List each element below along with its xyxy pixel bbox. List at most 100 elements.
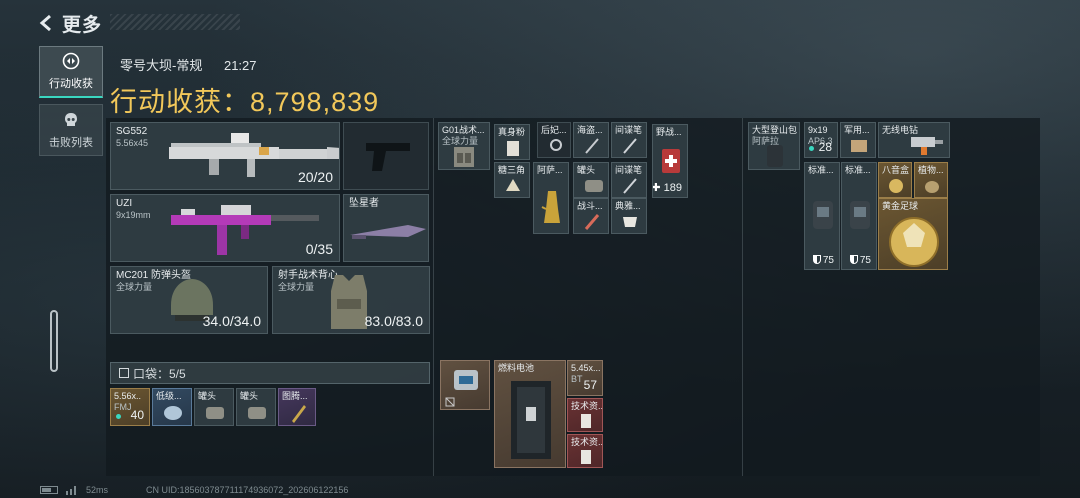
backpack-item[interactable]: 八音盒	[878, 162, 912, 198]
backpack-item[interactable]: 标准... 75	[841, 162, 877, 270]
document-icon	[581, 450, 591, 464]
harvest-label: 行动收获：	[110, 87, 250, 117]
pocket-item[interactable]: 5.56x.. FMJ 40	[110, 388, 150, 426]
backpack-item-name: 八音盒	[882, 165, 910, 175]
chest-item[interactable]: 间谍笔	[611, 122, 647, 158]
header-decoration	[110, 14, 240, 30]
backpack-item-name: 标准...	[845, 165, 871, 175]
primary-weapon-name: SG552	[116, 126, 148, 137]
backpack-item[interactable]: 技术资...	[567, 398, 603, 432]
melee-slot[interactable]: 坠星者	[343, 194, 429, 262]
melee-name: 坠星者	[349, 198, 379, 209]
backpack-item[interactable]: 9x19 AP6.3 28	[804, 122, 838, 158]
pocket-item[interactable]: 图腾...	[278, 388, 316, 426]
chest-item[interactable]: 战斗...	[573, 198, 609, 234]
chest-item-name: 战斗...	[577, 201, 603, 211]
backpack-item[interactable]: 黄金足球	[878, 198, 948, 270]
chest-item[interactable]: 典雅...	[611, 198, 647, 234]
chest-item-name: 间谍笔	[615, 125, 643, 135]
chest-item[interactable]: 野战... ✚ 189	[652, 124, 688, 198]
pistol-icon	[366, 143, 410, 171]
backpack-item-name: 5.45x...	[571, 363, 601, 373]
large-backpack-slot[interactable]: 大型登山包 阿萨拉	[748, 122, 800, 170]
signal-icon	[66, 486, 76, 495]
helmet-sub: 全球力量	[116, 282, 153, 292]
can-icon	[206, 407, 224, 419]
primary-weapon-slot[interactable]: SG552 5.56x45 20/20	[110, 122, 340, 190]
backpack-item[interactable]: 燃料电池	[494, 360, 566, 468]
pocket-item[interactable]: 低级...	[152, 388, 192, 426]
backpack-item-name: 燃料电池	[498, 363, 535, 373]
chest-item-count: ✚ 189	[652, 182, 682, 194]
pocket-item[interactable]: 罐头	[194, 388, 234, 426]
backpack-slot[interactable]	[440, 360, 490, 410]
ammo-dot-icon	[116, 414, 121, 419]
chest-item-name: 罐头	[577, 165, 596, 175]
backpack-item[interactable]: 植物...	[914, 162, 948, 198]
backpack-item[interactable]: 无线电钻	[878, 122, 950, 158]
plus-icon: ✚	[652, 182, 661, 194]
chest-rig-slot[interactable]: G01战术... 全球力量	[438, 122, 490, 170]
backpack-item-name: 植物...	[918, 165, 944, 175]
backpack-item-name: 标准...	[808, 165, 834, 175]
music-box-icon	[889, 179, 903, 193]
sidearm-slot[interactable]	[343, 122, 429, 190]
vest-icon	[331, 275, 367, 329]
chest-item[interactable]: 后妃...	[537, 122, 571, 158]
armor-slot[interactable]: 射手战术背心 全球力量 83.0/83.0	[272, 266, 430, 334]
pocket-item-sub: FMJ	[114, 402, 132, 412]
drill-icon	[911, 137, 943, 155]
chest-rig-name: G01战术...	[442, 125, 485, 135]
pocket-item[interactable]: 罐头	[236, 388, 276, 426]
rig-icon	[454, 147, 474, 167]
case-icon	[454, 370, 478, 390]
backpack-item[interactable]: 5.45x... BT 57	[567, 360, 603, 396]
armor-sub: 全球力量	[278, 282, 315, 292]
pocket-item-count: 40	[130, 408, 144, 422]
backpack-icon	[767, 145, 783, 167]
totem-icon	[292, 405, 306, 423]
chevron-left-icon	[39, 14, 51, 32]
helmet-slot[interactable]: MC201 防弹头盔 全球力量 34.0/34.0	[110, 266, 268, 334]
secondary-weapon-slot[interactable]: UZI 9x19mm 0/35	[110, 194, 340, 262]
scroll-handle[interactable]	[50, 310, 58, 372]
tab-kill-list[interactable]: 击败列表	[39, 104, 103, 156]
pen-icon	[623, 178, 637, 194]
chest-item-name: 海盗...	[577, 125, 603, 135]
secondary-weapon-name: UZI	[116, 198, 133, 209]
chest-item-name: 糖三角	[498, 165, 526, 175]
chest-item[interactable]: 海盗...	[573, 122, 609, 158]
large-backpack-name: 大型登山包	[752, 125, 798, 135]
chest-item[interactable]: 间谍笔	[611, 162, 647, 198]
secondary-weapon-ammo-count: 0/35	[305, 241, 333, 257]
backpack-item-durability: 75	[849, 255, 871, 266]
armor-plate-icon	[813, 201, 833, 229]
backpack-item-count: 57	[583, 378, 597, 392]
chest-item[interactable]: 糖三角	[494, 162, 530, 198]
fuel-cell-icon	[511, 381, 551, 459]
pocket-item-name: 5.56x..	[114, 391, 142, 401]
backpack-item[interactable]: 标准... 75	[804, 162, 840, 270]
jar-icon	[507, 141, 519, 156]
pocket-item-name: 罐头	[240, 391, 259, 401]
pocket-item-name: 低级...	[156, 391, 182, 401]
tab-action-loot[interactable]: 行动收获	[39, 46, 103, 98]
backpack-item-count: 28	[818, 140, 832, 154]
supply-box-icon	[851, 140, 867, 152]
chest-item[interactable]: 罐头	[573, 162, 609, 198]
backpack-item-name: 技术资...	[571, 437, 603, 447]
triangle-icon	[506, 179, 520, 191]
backpack-item[interactable]: 技术资...	[567, 434, 603, 468]
column-divider	[742, 118, 743, 476]
chest-item-name: 阿萨...	[537, 165, 563, 175]
harvest-total: 行动收获：8,798,839	[110, 80, 379, 119]
backpack-item[interactable]: 军用...	[840, 122, 876, 158]
pocket-item-name: 图腾...	[282, 391, 308, 401]
pocket-header: 口袋：5/5	[110, 362, 430, 384]
chest-item[interactable]: 阿萨...	[533, 162, 569, 234]
knife-icon	[350, 225, 426, 239]
chest-item[interactable]: 真身粉	[494, 124, 530, 160]
plant-jar-icon	[925, 181, 939, 193]
pen-icon	[623, 138, 637, 154]
syringe-icon	[584, 214, 600, 230]
